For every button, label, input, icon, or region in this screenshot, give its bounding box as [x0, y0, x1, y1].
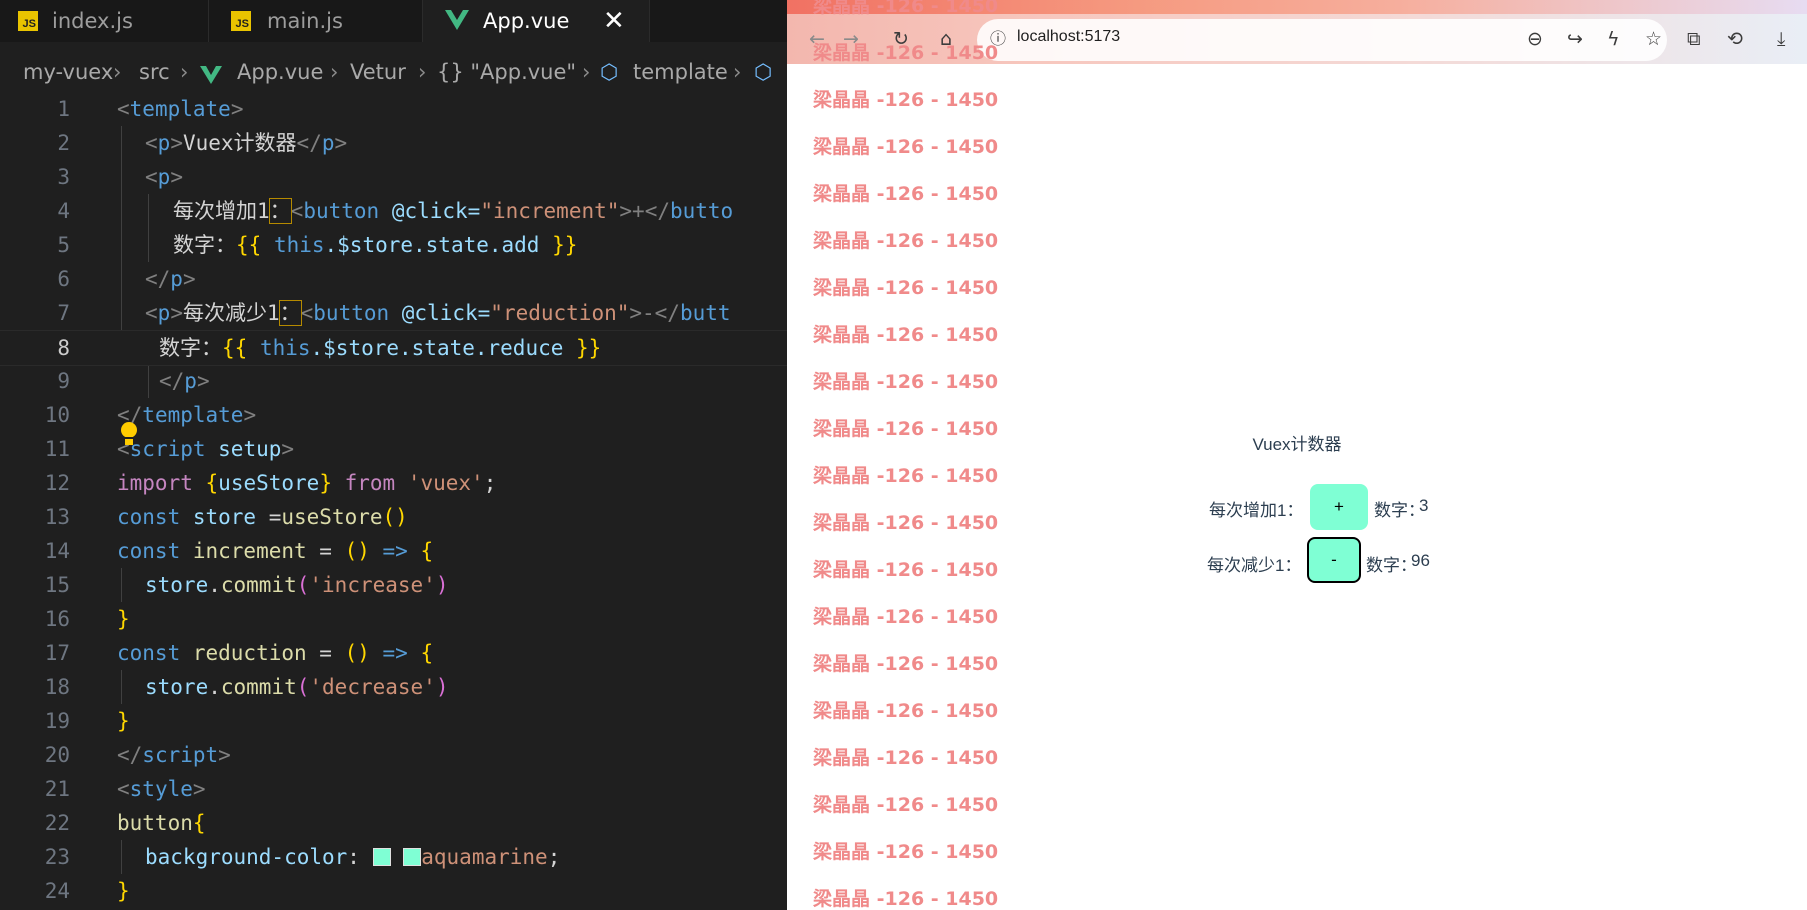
line-number: 3: [57, 165, 70, 189]
breadcrumb: my-vuex › src › App.vue › Vetur › {} "Ap…: [0, 52, 787, 92]
line-number: 8: [57, 336, 70, 360]
code-line[interactable]: 12 import {useStore} from 'vuex';: [0, 466, 787, 500]
code-line[interactable]: 21 <style>: [0, 772, 787, 806]
code-line[interactable]: 7 <p>每次减少1：<button @click="reduction">-</…: [0, 296, 787, 330]
decrease-number-label: 数字：: [1366, 556, 1417, 575]
code-line[interactable]: 4 每次增加1：<button @click="increment">+</but…: [0, 194, 787, 228]
line-number: 11: [44, 437, 70, 461]
code-line[interactable]: 5 数字：{{ this.$store.state.add }}: [0, 228, 787, 262]
editor-tab-bar: JS index.js JS main.js App.vue ✕: [0, 0, 787, 42]
increase-row: 每次增加1： + 数字： 3: [787, 484, 1807, 530]
line-number: 16: [44, 607, 70, 631]
tab-label: index.js: [52, 9, 133, 33]
chevron-right-icon: ›: [582, 60, 591, 84]
tab-app-vue[interactable]: App.vue ✕: [423, 0, 650, 42]
breadcrumb-item[interactable]: src: [139, 52, 170, 92]
browser-window: ← → ↻ ⌂ ⓘ localhost:5173 ⊖ ↪ ϟ ☆ ⧉ ⟲ ⤓ 梁…: [787, 0, 1807, 910]
increment-button[interactable]: +: [1310, 484, 1368, 530]
chevron-right-icon: ›: [330, 60, 339, 84]
line-number: 1: [57, 97, 70, 121]
line-number: 23: [44, 845, 70, 869]
line-number: 19: [44, 709, 70, 733]
decrease-value: 96: [1411, 551, 1430, 570]
increase-label: 每次增加1：: [1209, 501, 1304, 520]
code-line[interactable]: 10 </template>: [0, 398, 787, 432]
reduction-button[interactable]: -: [1307, 537, 1361, 583]
code-line[interactable]: 3 <p>: [0, 160, 787, 194]
breadcrumb-item[interactable]: App.vue: [237, 52, 323, 92]
tab-label: App.vue: [483, 9, 570, 33]
lightbulb-icon[interactable]: [121, 422, 137, 445]
cube-icon: ⬡: [600, 60, 619, 84]
code-line[interactable]: 20 </script>: [0, 738, 787, 772]
increase-number-label: 数字：: [1374, 501, 1425, 520]
breadcrumb-item[interactable]: {} "App.vue": [437, 52, 576, 92]
chevron-right-icon: ›: [180, 60, 189, 84]
color-swatch-icon[interactable]: [403, 848, 422, 866]
code-line[interactable]: 17 const reduction = () => {: [0, 636, 787, 670]
breadcrumb-item[interactable]: Vetur: [350, 52, 406, 92]
line-number: 24: [44, 879, 70, 903]
line-number: 13: [44, 505, 70, 529]
line-number: 6: [57, 267, 70, 291]
code-line[interactable]: 1 <template>: [0, 92, 787, 126]
javascript-file-icon: JS: [18, 11, 38, 31]
line-number: 20: [44, 743, 70, 767]
code-editor: JS index.js JS main.js App.vue ✕ my-vuex…: [0, 0, 787, 910]
page-title: Vuex计数器: [1252, 435, 1342, 454]
code-line[interactable]: 18 store.commit('decrease'): [0, 670, 787, 704]
code-line[interactable]: 22 button{: [0, 806, 787, 840]
close-icon[interactable]: ✕: [603, 0, 625, 42]
line-number: 21: [44, 777, 70, 801]
decrease-row: 每次减少1： - 数字： 96: [787, 537, 1807, 583]
vue-file-icon: [200, 66, 222, 84]
line-number: 10: [44, 403, 70, 427]
line-number: 7: [57, 301, 70, 325]
tab-main-js[interactable]: JS main.js: [209, 0, 423, 42]
line-number: 17: [44, 641, 70, 665]
vue-app: Vuex计数器 每次增加1： + 数字： 3 每次减少1： - 数字： 96: [787, 0, 1807, 910]
code-line-current[interactable]: 8 数字：{{ this.$store.state.reduce }}: [0, 330, 787, 366]
tab-index-js[interactable]: JS index.js: [0, 0, 209, 42]
line-number: 5: [57, 233, 70, 257]
line-number: 9: [57, 369, 70, 393]
chevron-right-icon: ›: [733, 60, 742, 84]
decrease-label: 每次减少1：: [1207, 556, 1302, 575]
line-number: 15: [44, 573, 70, 597]
chevron-right-icon: ›: [113, 60, 122, 84]
increase-value: 3: [1419, 496, 1429, 515]
chevron-right-icon: ›: [418, 60, 427, 84]
breadcrumb-item[interactable]: my-vuex: [23, 52, 113, 92]
breadcrumb-item[interactable]: template: [633, 52, 728, 92]
line-number: 4: [57, 199, 70, 223]
line-number: 22: [44, 811, 70, 835]
code-area[interactable]: 1 <template> 2 <p>Vuex计数器</p> 3 <p> 4 每次增加1：…: [0, 92, 787, 910]
code-line[interactable]: 6 </p>: [0, 262, 787, 296]
line-number: 2: [57, 131, 70, 155]
code-line[interactable]: 23 background-color: aquamarine;: [0, 840, 787, 874]
code-line[interactable]: 24}: [0, 874, 787, 908]
code-line[interactable]: 9 </p>: [0, 364, 787, 398]
tab-label: main.js: [267, 9, 343, 33]
cube-icon: ⬡: [754, 60, 773, 84]
code-line[interactable]: 2 <p>Vuex计数器</p>: [0, 126, 787, 160]
vue-file-icon: [445, 10, 469, 30]
line-number: 18: [44, 675, 70, 699]
color-swatch-icon[interactable]: [372, 848, 391, 866]
code-line[interactable]: 19}: [0, 704, 787, 738]
code-line[interactable]: 15 store.commit('increase'): [0, 568, 787, 602]
code-line[interactable]: 11 <script setup>: [0, 432, 787, 466]
javascript-file-icon: JS: [231, 11, 251, 31]
code-line[interactable]: 14 const increment = () => {: [0, 534, 787, 568]
line-number: 12: [44, 471, 70, 495]
code-line[interactable]: 16}: [0, 602, 787, 636]
line-number: 14: [44, 539, 70, 563]
code-line[interactable]: 13 const store =useStore(): [0, 500, 787, 534]
